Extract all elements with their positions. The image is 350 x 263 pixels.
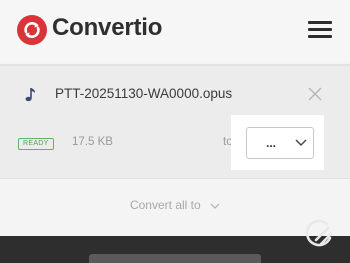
panel-divider bbox=[0, 178, 350, 179]
format-select-dropdown[interactable]: ... bbox=[246, 127, 314, 159]
chevron-down-icon bbox=[295, 139, 307, 146]
file-name: PTT-20251130-WA0000.opus bbox=[55, 86, 233, 101]
convert-button[interactable] bbox=[89, 254, 261, 263]
status-badge: READY bbox=[18, 138, 54, 150]
close-icon[interactable] bbox=[307, 86, 323, 102]
convert-all-label: Convert all to bbox=[129, 198, 201, 212]
watermark-logo-icon bbox=[305, 219, 333, 247]
music-note-icon bbox=[25, 88, 35, 102]
format-select-value: ... bbox=[266, 136, 277, 150]
chevron-down-icon bbox=[210, 203, 220, 209]
file-size: 17.5 KB bbox=[72, 136, 113, 148]
convert-all-button[interactable]: Convert all to bbox=[0, 198, 350, 212]
brand-name[interactable]: Convertio bbox=[52, 14, 162, 42]
convertio-logo-icon[interactable] bbox=[17, 15, 47, 45]
hamburger-menu-icon[interactable] bbox=[308, 21, 332, 39]
